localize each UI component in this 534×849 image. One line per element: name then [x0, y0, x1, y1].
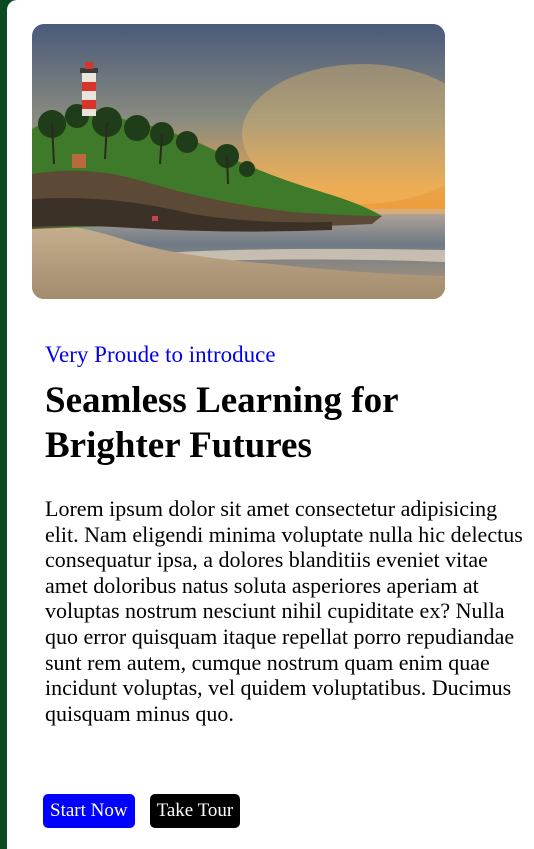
- take-tour-button[interactable]: Take Tour: [149, 794, 241, 828]
- page-title: Seamless Learning for Brighter Futures: [45, 380, 398, 466]
- action-buttons: Start Now Take Tour: [43, 794, 241, 828]
- beach-sunset-illustration: [32, 24, 445, 299]
- start-now-button[interactable]: Start Now: [43, 794, 135, 828]
- description-text: Lorem ipsum dolor sit amet consectetur a…: [45, 496, 523, 726]
- page-card: Very Proude to introduce Seamless Learni…: [7, 0, 534, 849]
- hero-image: [32, 24, 445, 299]
- eyebrow-text: Very Proude to introduce: [45, 342, 276, 367]
- intro-section: Very Proude to introduce Seamless Learni…: [45, 340, 527, 726]
